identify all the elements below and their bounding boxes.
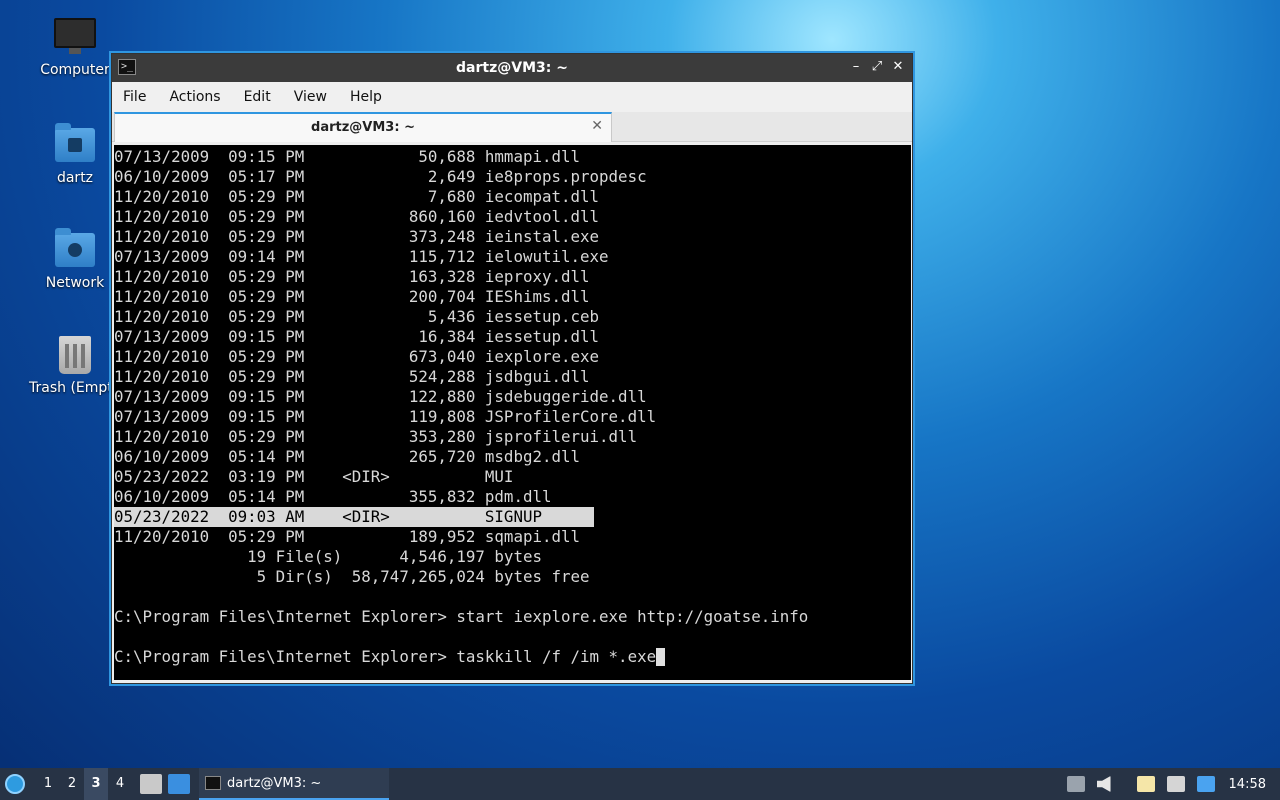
terminal-line: 19 File(s) 4,546,197 bytes bbox=[114, 547, 542, 566]
network-folder-icon bbox=[55, 228, 95, 267]
terminal-line: 11/20/2010 05:29 PM 673,040 iexplore.exe bbox=[114, 347, 600, 366]
desktop-icon-home[interactable]: dartz bbox=[25, 123, 125, 186]
terminal-line: 11/20/2010 05:29 PM 860,160 iedvtool.dll bbox=[114, 207, 600, 226]
desktop-icon-network[interactable]: Network bbox=[25, 228, 125, 291]
terminal-line: 06/10/2009 05:14 PM 265,720 msdbg2.dll bbox=[114, 447, 581, 466]
tab-label: dartz@VM3: ~ bbox=[311, 120, 415, 135]
volume-icon[interactable] bbox=[1096, 776, 1111, 792]
terminal-line: C:\Program Files\Internet Explorer> star… bbox=[114, 607, 809, 626]
terminal-line: 11/20/2010 05:29 PM 200,704 IEShims.dll bbox=[114, 287, 590, 306]
terminal-output[interactable]: 07/13/2009 09:15 PM 50,688 hmmapi.dll 06… bbox=[114, 145, 911, 680]
system-tray: 14:58 bbox=[1061, 768, 1280, 800]
desktop-icon-label: Network bbox=[45, 275, 105, 291]
start-menu-button[interactable] bbox=[0, 768, 30, 800]
terminal-line: 06/10/2009 05:17 PM 2,649 ie8props.propd… bbox=[114, 167, 647, 186]
terminal-line: 11/20/2010 05:29 PM 163,328 ieproxy.dll bbox=[114, 267, 590, 286]
terminal-command: C:\Program Files\Internet Explorer> task… bbox=[114, 647, 657, 666]
workspace-4[interactable]: 4 bbox=[108, 768, 132, 800]
terminal-line: 07/13/2009 09:15 PM 50,688 hmmapi.dll bbox=[114, 147, 581, 166]
eject-icon[interactable] bbox=[1066, 776, 1085, 792]
desktop-icon-label: Computer bbox=[40, 62, 110, 78]
terminal-line: 07/13/2009 09:15 PM 16,384 iessetup.dll bbox=[114, 327, 600, 346]
network-icon[interactable] bbox=[1166, 776, 1185, 792]
workspace-3[interactable]: 3 bbox=[84, 768, 108, 800]
close-button[interactable]: ✕ bbox=[889, 58, 907, 76]
text-cursor bbox=[656, 648, 666, 666]
computer-icon bbox=[54, 18, 96, 54]
tab-terminal[interactable]: dartz@VM3: ~ ✕ bbox=[114, 112, 612, 142]
terminal-line: 11/20/2010 05:29 PM 524,288 jsdbgui.dll bbox=[114, 367, 590, 386]
taskbar-task-terminal[interactable]: dartz@VM3: ~ bbox=[199, 768, 389, 800]
clock[interactable]: 14:58 bbox=[1221, 777, 1280, 792]
update-notification-icon[interactable] bbox=[1196, 776, 1215, 792]
terminal-line: 07/13/2009 09:15 PM 119,808 JSProfilerCo… bbox=[114, 407, 657, 426]
maximize-button[interactable]: ⤢ bbox=[868, 58, 886, 76]
terminal-line: 05/23/2022 03:19 PM <DIR> MUI bbox=[114, 467, 514, 486]
home-folder-icon bbox=[55, 123, 95, 162]
desktop-icon-label: dartz bbox=[56, 170, 94, 186]
file-manager-icon[interactable] bbox=[140, 774, 162, 794]
terminal-line: 11/20/2010 05:29 PM 373,248 ieinstal.exe bbox=[114, 227, 600, 246]
menu-help[interactable]: Help bbox=[343, 89, 389, 105]
terminal-line: 07/13/2009 09:14 PM 115,712 ielowutil.ex… bbox=[114, 247, 609, 266]
show-desktop-icon[interactable] bbox=[168, 774, 190, 794]
menu-file[interactable]: File bbox=[116, 89, 153, 105]
terminal-line-selected: 05/23/2022 09:03 AM <DIR> SIGNUP bbox=[114, 507, 911, 527]
desktop-icon-trash[interactable]: Trash (Empty) bbox=[19, 336, 111, 396]
menu-edit[interactable]: Edit bbox=[237, 89, 278, 105]
window-title: dartz@VM3: ~ bbox=[456, 60, 568, 76]
terminal-line: 5 Dir(s) 58,747,265,024 bytes free bbox=[114, 567, 590, 586]
clipboard-icon[interactable] bbox=[1136, 776, 1155, 792]
desktop-icon-label: Trash (Empty) bbox=[29, 380, 111, 396]
terminal-line: 07/13/2009 09:15 PM 122,880 jsdebuggerid… bbox=[114, 387, 647, 406]
menu-view[interactable]: View bbox=[287, 89, 334, 105]
terminal-line: 11/20/2010 05:29 PM 189,952 sqmapi.dll bbox=[114, 527, 581, 546]
terminal-window: >_ dartz@VM3: ~ – ⤢ ✕ File Actions Edit … bbox=[111, 53, 913, 684]
terminal-line: 11/20/2010 05:29 PM 353,280 jsprofilerui… bbox=[114, 427, 638, 446]
menu-actions[interactable]: Actions bbox=[162, 89, 227, 105]
terminal-line: 11/20/2010 05:29 PM 5,436 iessetup.ceb bbox=[114, 307, 600, 326]
terminal-line: 11/20/2010 05:29 PM 7,680 iecompat.dll bbox=[114, 187, 600, 206]
terminal-line-selected: 06/10/2009 05:14 PM 355,832 pdm.dll bbox=[114, 487, 911, 507]
minimize-button[interactable]: – bbox=[847, 58, 865, 76]
menu-bar: File Actions Edit View Help bbox=[112, 82, 912, 112]
terminal-task-icon bbox=[205, 776, 221, 790]
trash-icon bbox=[59, 336, 91, 374]
taskbar-task-label: dartz@VM3: ~ bbox=[227, 775, 322, 791]
terminal-line-text: 06/10/2009 05:14 PM 355,832 pdm.dll bbox=[114, 487, 552, 506]
window-titlebar[interactable]: >_ dartz@VM3: ~ – ⤢ ✕ bbox=[112, 54, 912, 82]
taskbar: 1 2 3 4 dartz@VM3: ~ 14:58 bbox=[0, 768, 1280, 800]
terminal-prompt-line: C:\Program Files\Internet Explorer> task… bbox=[114, 647, 911, 667]
workspace-2[interactable]: 2 bbox=[60, 768, 84, 800]
workspace-1[interactable]: 1 bbox=[36, 768, 60, 800]
start-menu-icon bbox=[5, 774, 25, 794]
desktop-icon-computer[interactable]: Computer bbox=[25, 18, 125, 78]
tab-close-icon[interactable]: ✕ bbox=[591, 118, 603, 134]
tab-bar: dartz@VM3: ~ ✕ bbox=[112, 112, 912, 142]
